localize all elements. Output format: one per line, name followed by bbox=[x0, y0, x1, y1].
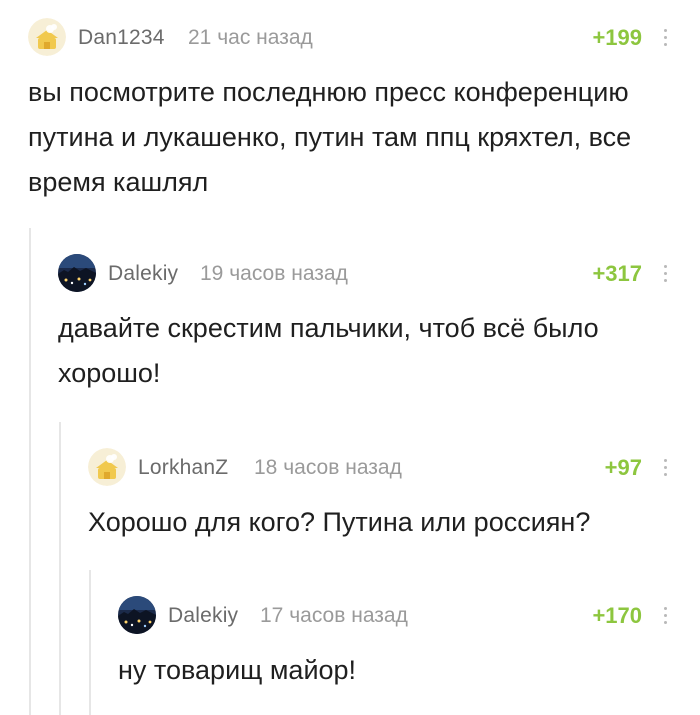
more-options-icon[interactable] bbox=[660, 603, 670, 627]
comment-text: давайте скрестим пальчики, чтоб всё было… bbox=[58, 313, 599, 388]
timestamp: 17 часов назад bbox=[260, 604, 408, 627]
comment-text: ну товарищ майор! bbox=[118, 655, 357, 685]
rating: +317 bbox=[592, 261, 642, 286]
username[interactable]: Dalekiy bbox=[168, 604, 238, 628]
timestamp: 19 часов назад bbox=[200, 262, 348, 285]
username[interactable]: Dan1234 bbox=[78, 26, 165, 50]
comment-text: Хорошо для кого? Путина или россиян? bbox=[88, 507, 591, 537]
comment: LorkhanZ 18 часов назад +97 Хорошо для к… bbox=[88, 448, 700, 545]
comment-header: Dalekiy 17 часов назад +170 bbox=[118, 596, 700, 636]
comment: Dalekiy 19 часов назад +317 давайте скре… bbox=[58, 254, 700, 396]
comment-text: вы посмотрите последнюю пресс конференци… bbox=[28, 77, 632, 197]
more-options-icon[interactable] bbox=[660, 25, 670, 49]
default-avatar-icon[interactable] bbox=[88, 448, 126, 486]
thread-line-level-3[interactable] bbox=[89, 570, 91, 715]
more-options-icon[interactable] bbox=[660, 261, 670, 285]
timestamp: 21 час назад bbox=[188, 26, 313, 49]
comment-header: Dan1234 21 час назад +199 bbox=[28, 18, 700, 58]
username[interactable]: LorkhanZ bbox=[138, 456, 228, 480]
comment-header: LorkhanZ 18 часов назад +97 bbox=[88, 448, 700, 488]
username[interactable]: Dalekiy bbox=[108, 262, 178, 286]
comment-header: Dalekiy 19 часов назад +317 bbox=[58, 254, 700, 294]
thread-line-level-2[interactable] bbox=[59, 422, 61, 715]
night-city-avatar-icon[interactable] bbox=[58, 254, 96, 292]
comment: Dalekiy 17 часов назад +170 ну товарищ м… bbox=[118, 596, 700, 693]
thread-line-level-1[interactable] bbox=[29, 228, 31, 715]
night-city-avatar-icon[interactable] bbox=[118, 596, 156, 634]
more-options-icon[interactable] bbox=[660, 455, 670, 479]
timestamp: 18 часов назад bbox=[254, 456, 402, 479]
comment: Dan1234 21 час назад +199 вы посмотрите … bbox=[28, 18, 700, 205]
rating: +170 bbox=[592, 603, 642, 628]
rating: +199 bbox=[592, 25, 642, 50]
default-avatar-icon[interactable] bbox=[28, 18, 66, 56]
rating: +97 bbox=[604, 455, 642, 480]
